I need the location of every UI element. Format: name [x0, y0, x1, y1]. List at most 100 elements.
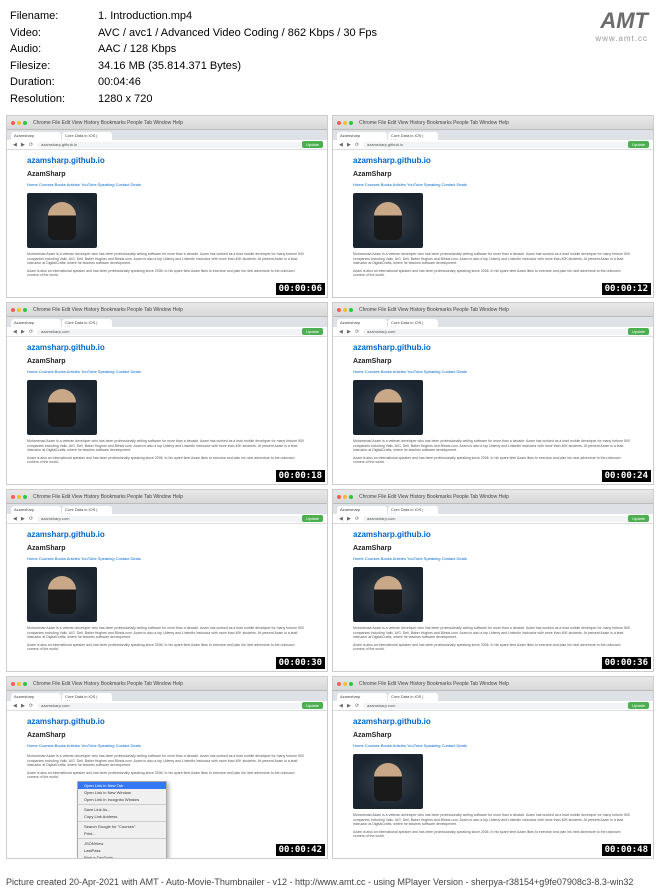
- forward-icon[interactable]: ▶: [347, 516, 352, 521]
- site-nav[interactable]: Home Courses Books Articles YouTube Spea…: [353, 182, 633, 187]
- back-icon[interactable]: ◀: [13, 329, 18, 334]
- update-button[interactable]: Update: [302, 702, 323, 709]
- site-nav[interactable]: Home Courses Books Articles YouTube Spea…: [27, 556, 307, 561]
- forward-icon[interactable]: ▶: [21, 516, 26, 521]
- address-bar[interactable]: azamsharp.github.io: [37, 142, 321, 148]
- forward-icon[interactable]: ▶: [21, 142, 26, 147]
- browser-tab[interactable]: Azamsharp: [337, 693, 387, 701]
- reload-icon[interactable]: ⟳: [29, 329, 34, 334]
- back-icon[interactable]: ◀: [13, 703, 18, 708]
- ctx-copy-link[interactable]: Copy Link Address: [78, 813, 166, 820]
- address-bar-row: ◀ ▶ ⟳ azamsharp.com: [333, 514, 653, 524]
- back-icon[interactable]: ◀: [13, 516, 18, 521]
- browser-tab[interactable]: Core Data in iOS | Udemy: [388, 506, 438, 514]
- update-button[interactable]: Update: [302, 328, 323, 335]
- mac-menu-items: Chrome File Edit View History Bookmarks …: [33, 681, 183, 687]
- forward-icon[interactable]: ▶: [347, 329, 352, 334]
- ctx-redux[interactable]: Redux DevTools: [78, 854, 166, 859]
- forward-icon[interactable]: ▶: [347, 142, 352, 147]
- reload-icon[interactable]: ⟳: [29, 142, 34, 147]
- ctx-lastpass[interactable]: LastPass: [78, 847, 166, 854]
- thumbnail-6: Chrome File Edit View History Bookmarks …: [332, 489, 654, 672]
- portrait-image: [353, 567, 423, 622]
- reload-icon[interactable]: ⟳: [29, 703, 34, 708]
- reload-icon[interactable]: ⟳: [355, 142, 360, 147]
- address-bar[interactable]: azamsharp.com: [363, 516, 647, 522]
- address-bar[interactable]: azamsharp.github.io: [363, 142, 647, 148]
- back-icon[interactable]: ◀: [339, 329, 344, 334]
- bio-text: Mohammad Azam is a veteran developer who…: [353, 813, 633, 827]
- site-nav[interactable]: Home Courses Books Articles YouTube Spea…: [353, 369, 633, 374]
- update-button[interactable]: Update: [628, 328, 649, 335]
- browser-tab[interactable]: Core Data in iOS | Udemy: [388, 319, 438, 327]
- browser-tab[interactable]: Azamsharp: [11, 693, 61, 701]
- ctx-open-new-window[interactable]: Open Link in New Window: [78, 789, 166, 796]
- reload-icon[interactable]: ⟳: [29, 516, 34, 521]
- browser-tab[interactable]: Azamsharp: [337, 506, 387, 514]
- site-subtitle: AzamSharp: [27, 358, 307, 365]
- forward-icon[interactable]: ▶: [21, 329, 26, 334]
- address-bar[interactable]: azamsharp.com: [37, 703, 321, 709]
- bio-text-2: Azam is also an international speaker an…: [27, 771, 307, 780]
- browser-tab[interactable]: Azamsharp: [11, 319, 61, 327]
- context-menu[interactable]: Open Link in New Tab Open Link in New Wi…: [77, 781, 167, 859]
- reload-icon[interactable]: ⟳: [355, 703, 360, 708]
- browser-tab[interactable]: Azamsharp: [337, 319, 387, 327]
- site-nav[interactable]: Home Courses Books Articles YouTube Spea…: [27, 743, 307, 748]
- chrome-tabstrip: Azamsharp Core Data in iOS | Udemy: [333, 317, 653, 327]
- browser-tab[interactable]: Core Data in iOS | Udemy: [62, 319, 112, 327]
- reload-icon[interactable]: ⟳: [355, 516, 360, 521]
- address-bar[interactable]: azamsharp.com: [37, 329, 321, 335]
- browser-tab[interactable]: Azamsharp: [11, 132, 61, 140]
- bio-text: Mohammad Azam is a veteran developer who…: [353, 626, 633, 640]
- update-button[interactable]: Update: [628, 702, 649, 709]
- traffic-lights: [337, 495, 353, 499]
- site-title: azamsharp.github.io: [27, 530, 307, 539]
- browser-tab[interactable]: Core Data in iOS | Udemy: [388, 132, 438, 140]
- timestamp-badge: 00:00:18: [276, 470, 325, 482]
- chrome-tabstrip: Azamsharp Core Data in iOS | Udemy: [7, 317, 327, 327]
- site-title: azamsharp.github.io: [353, 717, 633, 726]
- update-button[interactable]: Update: [628, 141, 649, 148]
- ctx-open-incognito[interactable]: Open Link in Incognito Window: [78, 796, 166, 803]
- browser-tab[interactable]: Azamsharp: [11, 506, 61, 514]
- update-button[interactable]: Update: [302, 515, 323, 522]
- address-bar[interactable]: azamsharp.com: [363, 703, 647, 709]
- site-nav[interactable]: Home Courses Books Articles YouTube Spea…: [353, 743, 633, 748]
- site-nav[interactable]: Home Courses Books Articles YouTube Spea…: [27, 369, 307, 374]
- ctx-print[interactable]: Print...: [78, 830, 166, 837]
- bio-text-2: Azam is also an international speaker an…: [27, 643, 307, 652]
- browser-tab[interactable]: Azamsharp: [337, 132, 387, 140]
- logo-url: www.amt.cc: [595, 34, 648, 43]
- back-icon[interactable]: ◀: [13, 142, 18, 147]
- browser-tab[interactable]: Core Data in iOS | Udemy: [62, 693, 112, 701]
- back-icon[interactable]: ◀: [339, 142, 344, 147]
- update-button[interactable]: Update: [302, 141, 323, 148]
- forward-icon[interactable]: ▶: [347, 703, 352, 708]
- reload-icon[interactable]: ⟳: [355, 329, 360, 334]
- ctx-jsonview[interactable]: JSONView: [78, 840, 166, 847]
- browser-tab[interactable]: Core Data in iOS | Udemy: [62, 132, 112, 140]
- thumbnail-8: Chrome File Edit View History Bookmarks …: [332, 676, 654, 859]
- ctx-search-google[interactable]: Search Google for "Courses": [78, 823, 166, 830]
- browser-tab[interactable]: Core Data in iOS | Udemy: [62, 506, 112, 514]
- timestamp-badge: 00:00:48: [602, 844, 651, 856]
- site-title: azamsharp.github.io: [27, 156, 307, 165]
- site-nav[interactable]: Home Courses Books Articles YouTube Spea…: [27, 182, 307, 187]
- ctx-save-link[interactable]: Save Link As...: [78, 806, 166, 813]
- site-nav[interactable]: Home Courses Books Articles YouTube Spea…: [353, 556, 633, 561]
- address-bar[interactable]: azamsharp.com: [363, 329, 647, 335]
- site-subtitle: AzamSharp: [353, 171, 633, 178]
- update-button[interactable]: Update: [628, 515, 649, 522]
- back-icon[interactable]: ◀: [339, 703, 344, 708]
- video-value: AVC / avc1 / Advanced Video Coding / 862…: [98, 25, 650, 42]
- back-icon[interactable]: ◀: [339, 516, 344, 521]
- address-bar-row: ◀ ▶ ⟳ azamsharp.com: [333, 327, 653, 337]
- address-bar[interactable]: azamsharp.com: [37, 516, 321, 522]
- forward-icon[interactable]: ▶: [21, 703, 26, 708]
- address-bar-row: ◀ ▶ ⟳ azamsharp.com: [7, 701, 327, 711]
- mac-menu-items: Chrome File Edit View History Bookmarks …: [359, 494, 509, 500]
- address-bar-row: ◀ ▶ ⟳ azamsharp.github.io: [333, 140, 653, 150]
- browser-tab[interactable]: Core Data in iOS | Udemy: [388, 693, 438, 701]
- ctx-open-new-tab[interactable]: Open Link in New Tab: [78, 782, 166, 789]
